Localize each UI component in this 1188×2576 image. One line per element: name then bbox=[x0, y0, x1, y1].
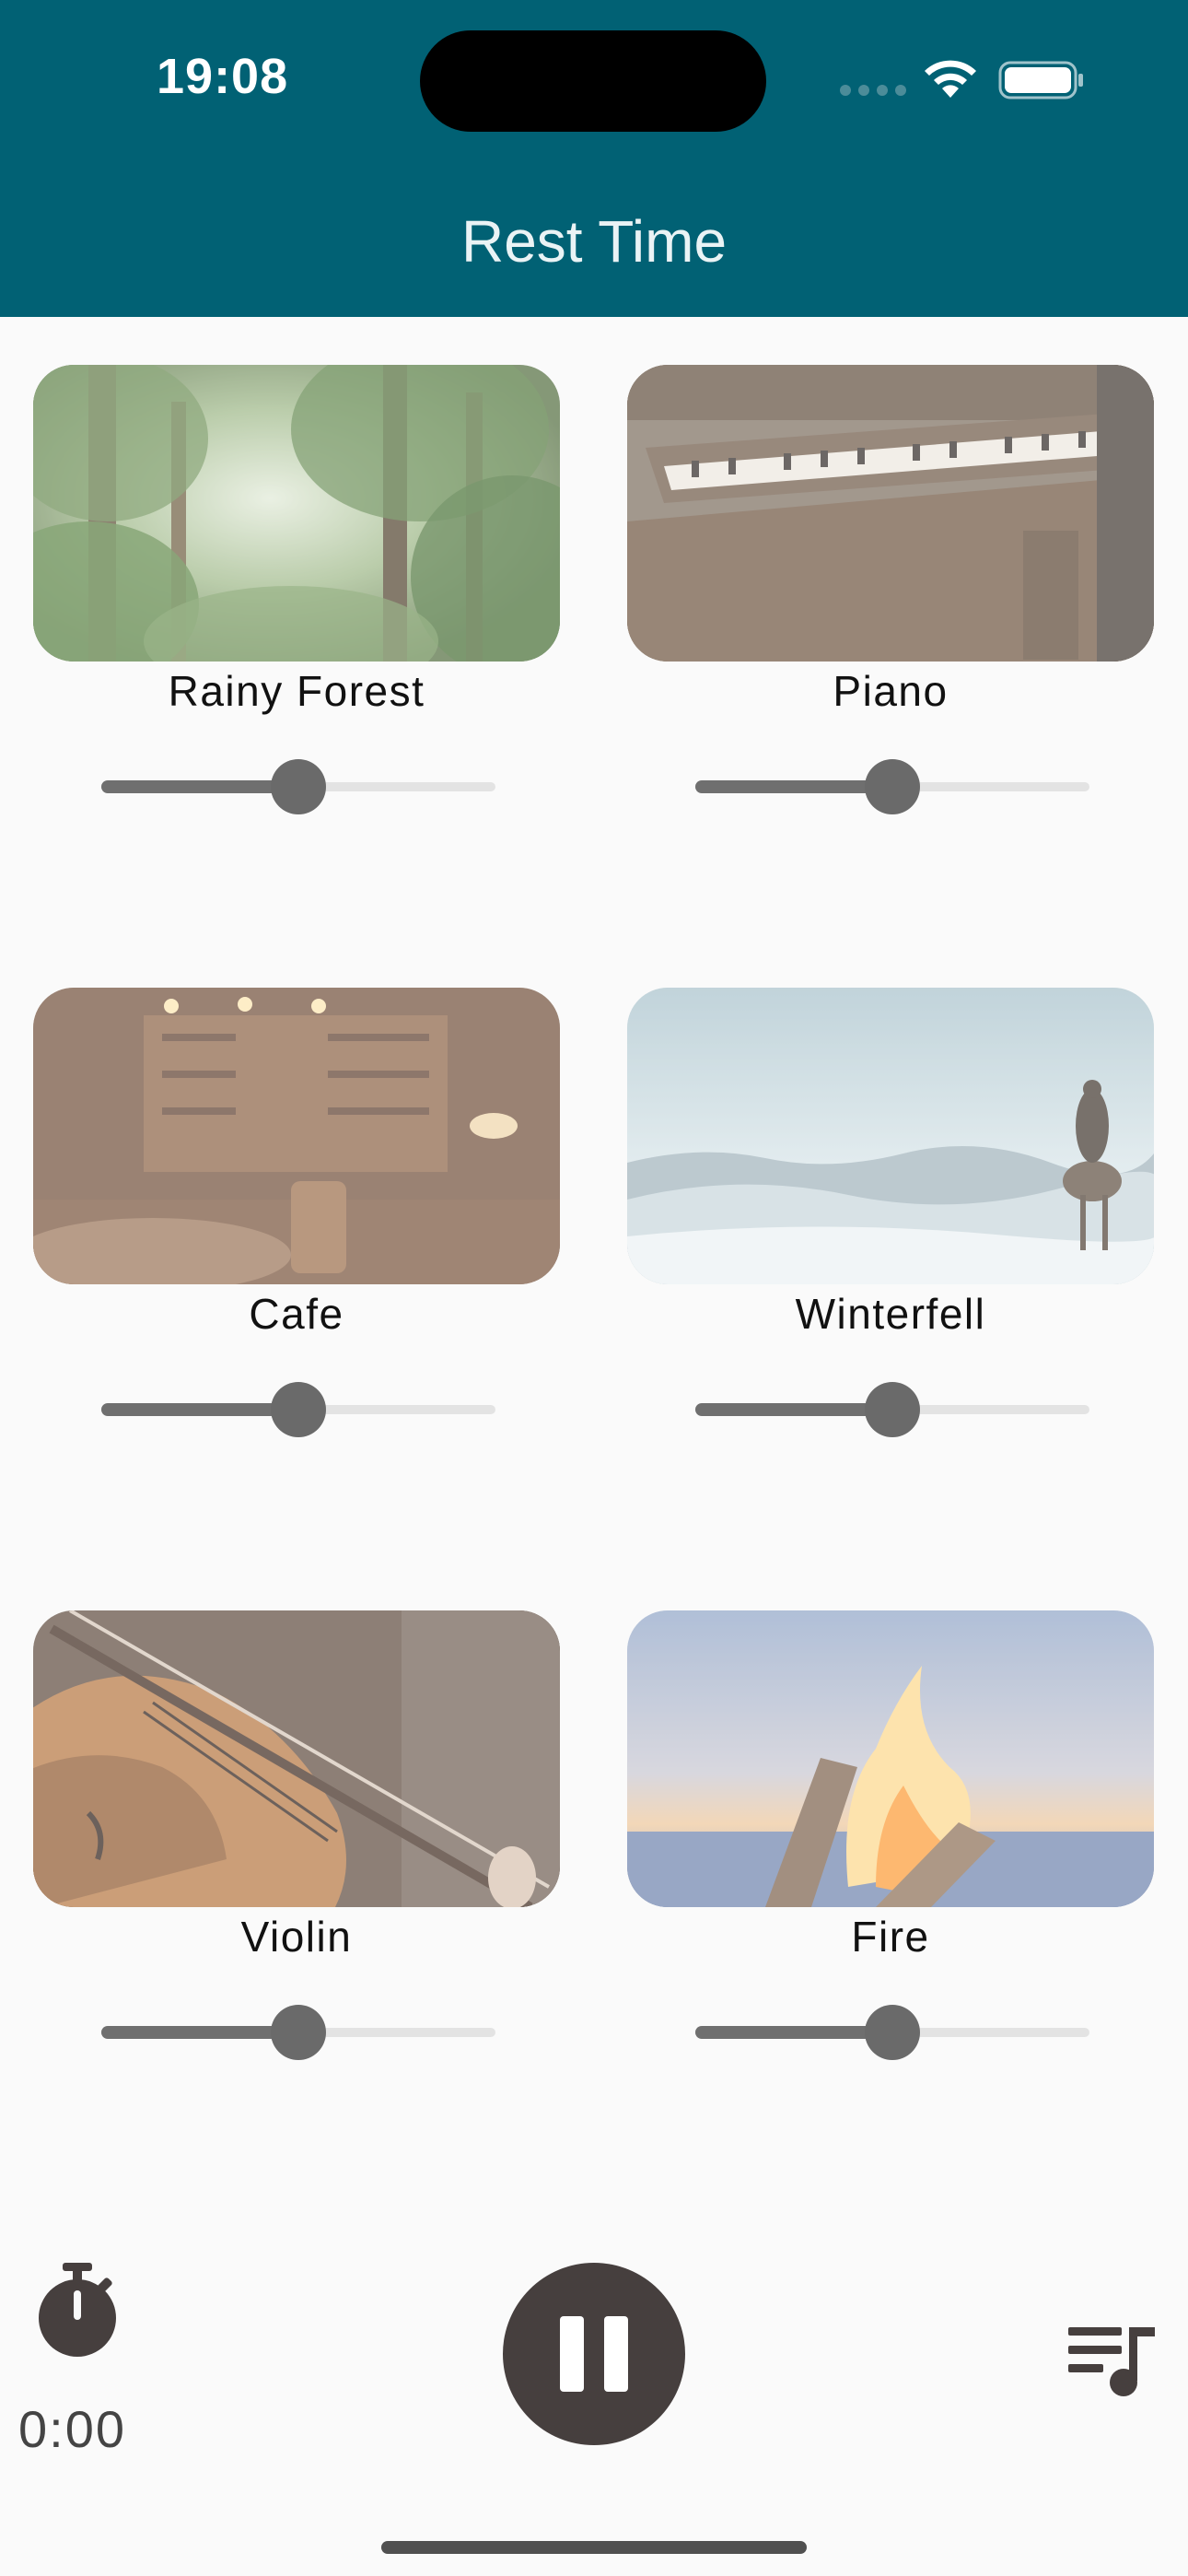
sound-label: Piano bbox=[833, 667, 949, 715]
slider-fill bbox=[695, 1403, 892, 1416]
sound-label: Cafe bbox=[249, 1290, 344, 1338]
page-title: Rest Time bbox=[460, 208, 728, 275]
fire-image[interactable] bbox=[627, 1610, 1154, 1907]
pause-button[interactable] bbox=[503, 2263, 685, 2445]
pause-icon bbox=[560, 2316, 584, 2392]
slider-thumb[interactable] bbox=[271, 1382, 326, 1437]
slider-thumb[interactable] bbox=[865, 2005, 920, 2060]
app-header: 19:08 Rest Time bbox=[0, 0, 1188, 317]
volume-slider-cafe[interactable] bbox=[101, 1382, 495, 1437]
cellular-signal-icon bbox=[840, 85, 906, 96]
slider-thumb[interactable] bbox=[865, 1382, 920, 1437]
status-time: 19:08 bbox=[157, 49, 289, 104]
slider-fill bbox=[101, 2026, 298, 2039]
home-indicator bbox=[381, 2541, 807, 2554]
volume-slider-winterfell[interactable] bbox=[695, 1382, 1089, 1437]
dynamic-island bbox=[420, 30, 766, 132]
pause-icon bbox=[604, 2316, 628, 2392]
wifi-icon bbox=[925, 60, 976, 98]
volume-slider-piano[interactable] bbox=[695, 759, 1089, 814]
stopwatch-icon[interactable] bbox=[33, 2259, 122, 2360]
piano-image[interactable] bbox=[627, 365, 1154, 662]
violin-image[interactable] bbox=[33, 1610, 560, 1907]
timer-display: 0:00 bbox=[18, 2400, 126, 2458]
playlist-icon[interactable] bbox=[1068, 2324, 1157, 2397]
slider-fill bbox=[101, 1403, 298, 1416]
winterfell-image[interactable] bbox=[627, 988, 1154, 1284]
sound-label: Rainy Forest bbox=[168, 667, 425, 715]
slider-fill bbox=[695, 780, 892, 793]
sound-label: Fire bbox=[851, 1913, 930, 1961]
sound-label: Winterfell bbox=[795, 1290, 986, 1338]
volume-slider-rainy-forest[interactable] bbox=[101, 759, 495, 814]
slider-thumb[interactable] bbox=[865, 759, 920, 814]
volume-slider-fire[interactable] bbox=[695, 2005, 1089, 2060]
cafe-image[interactable] bbox=[33, 988, 560, 1284]
slider-fill bbox=[101, 780, 298, 793]
sound-label: Violin bbox=[240, 1913, 353, 1961]
slider-fill bbox=[695, 2026, 892, 2039]
slider-thumb[interactable] bbox=[271, 2005, 326, 2060]
rainy-forest-image[interactable] bbox=[33, 365, 560, 662]
volume-slider-violin[interactable] bbox=[101, 2005, 495, 2060]
slider-thumb[interactable] bbox=[271, 759, 326, 814]
battery-icon bbox=[998, 61, 1083, 100]
